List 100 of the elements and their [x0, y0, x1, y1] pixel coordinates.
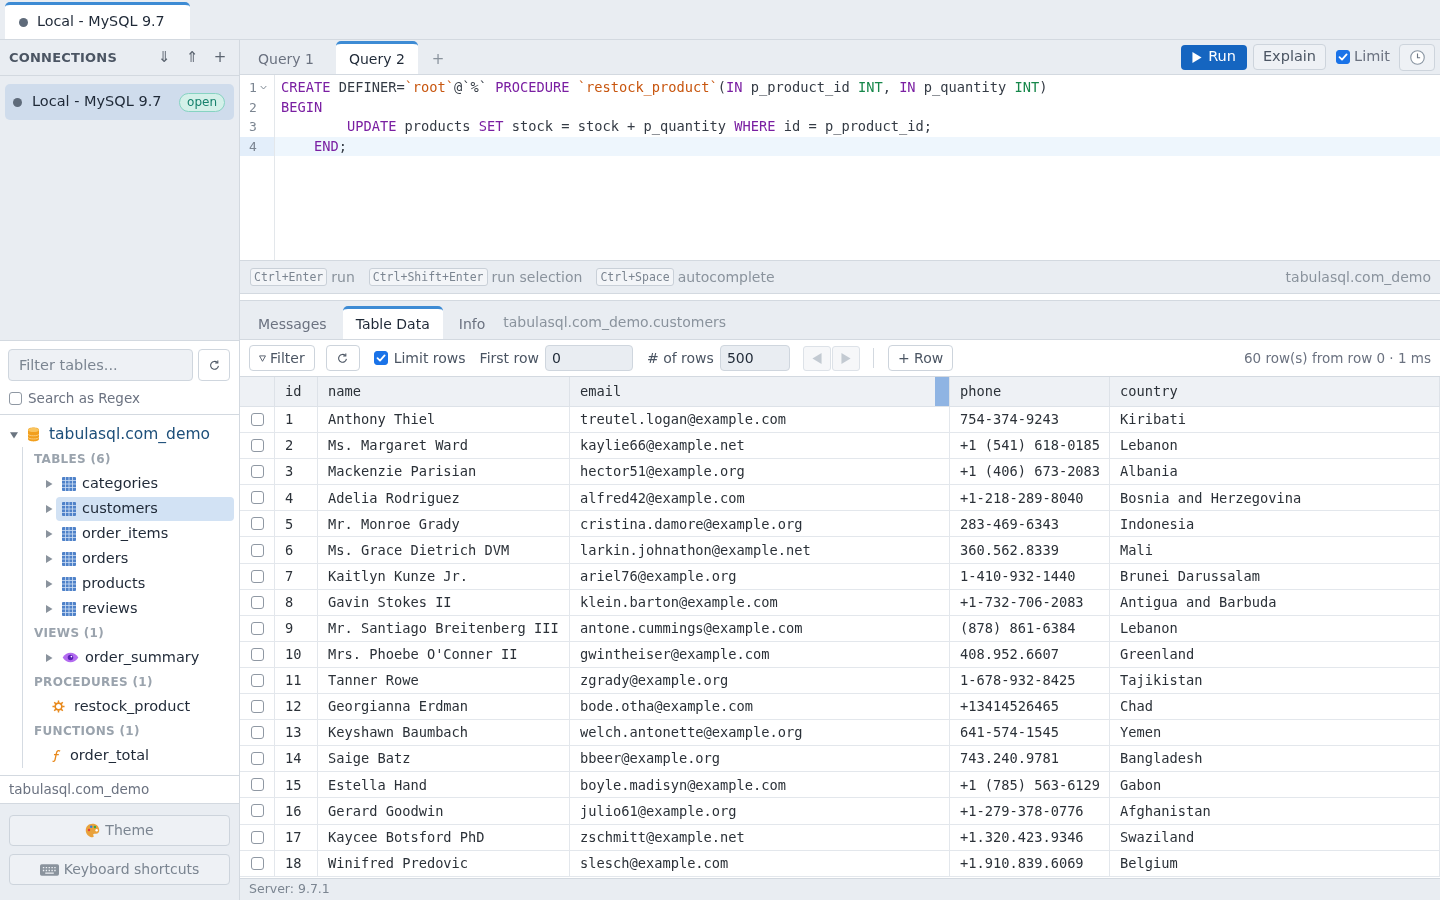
table-cell: Kaitlyn Kunze Jr. — [318, 563, 570, 590]
table-cell: +1 (406) 673-2083 — [950, 459, 1110, 486]
caret-icon[interactable] — [45, 579, 53, 588]
table-cell: Adelia Rodriguez — [318, 485, 570, 512]
column-header[interactable]: email — [580, 381, 622, 402]
table-cell: 743.240.9781 — [950, 746, 1110, 773]
tree-item[interactable]: restock_product — [50, 694, 234, 719]
tree-item[interactable]: products — [56, 571, 234, 596]
next-icon — [840, 352, 851, 364]
tree-item[interactable]: orders — [56, 546, 234, 571]
row-checkbox[interactable] — [250, 647, 264, 661]
code-line: CREATE DEFINER=`root`@`%` PROCEDURE `restock_product`(IN p_product_id INT, IN p_quantity INT) — [280, 78, 1049, 98]
column-resize-handle[interactable] — [935, 377, 949, 406]
explain-button[interactable]: Explain — [1252, 44, 1327, 70]
caret-icon[interactable] — [45, 604, 53, 613]
filter-button[interactable]: Filter — [249, 345, 315, 371]
row-checkbox[interactable] — [250, 804, 264, 818]
table-icon — [62, 476, 76, 491]
table-cell: welch.antonette@example.org — [570, 720, 950, 747]
column-header[interactable]: country — [1120, 381, 1178, 402]
result-tab[interactable]: Messages — [245, 306, 340, 339]
status-bar: Server: 9.7.1 — [240, 878, 1440, 900]
run-button[interactable]: Run — [1181, 44, 1247, 70]
column-header[interactable]: phone — [960, 381, 1002, 402]
row-checkbox[interactable] — [250, 413, 264, 427]
window-tab[interactable]: Local - MySQL 9.7 — [5, 2, 190, 39]
row-checkbox[interactable] — [250, 726, 264, 740]
caret-icon[interactable] — [45, 653, 53, 662]
checkbox[interactable] — [9, 391, 22, 405]
shortcut-label: run — [331, 267, 355, 287]
table-cell: +1-218-289-8040 — [950, 485, 1110, 512]
refresh-button[interactable] — [325, 345, 360, 371]
result-tab[interactable]: Info — [445, 306, 499, 339]
shortcut-key: Ctrl+Enter — [250, 268, 328, 286]
history-button[interactable] — [1399, 43, 1435, 71]
query-tab[interactable]: Query 1 — [245, 41, 327, 74]
table-cell: +1 (541) 618-0185 — [950, 433, 1110, 460]
tree-item[interactable]: order_items — [56, 521, 234, 546]
table-cell: Anthony Thiel — [318, 407, 570, 434]
table-cell: +1-732-706-2083 — [950, 589, 1110, 616]
table-icon — [62, 576, 76, 591]
row-checkbox[interactable] — [250, 752, 264, 766]
column-header[interactable]: id — [285, 381, 302, 402]
refresh-button[interactable] — [198, 349, 230, 381]
tree-item[interactable]: tabulasql.com_demo — [0, 422, 239, 447]
row-checkbox[interactable] — [250, 491, 264, 505]
table-cell: zgrady@example.org — [570, 667, 950, 695]
tree-item[interactable]: customers — [56, 496, 234, 521]
row-checkbox[interactable] — [250, 543, 264, 557]
tree-item[interactable]: categories — [56, 471, 234, 496]
panel-title: CONNECTIONS — [9, 48, 117, 67]
row-checkbox[interactable] — [250, 569, 264, 583]
table-cell: 5 — [275, 511, 318, 538]
table-cell: Estella Hand — [318, 772, 570, 799]
checkbox[interactable] — [1336, 50, 1351, 64]
table-cell: 7 — [275, 563, 318, 590]
query-tab[interactable]: Query 2 — [335, 41, 418, 74]
caret-icon[interactable] — [45, 529, 53, 538]
first-row-input[interactable]: 0 — [545, 345, 633, 371]
filter-input[interactable]: Filter tables... — [8, 349, 193, 381]
table-cell: 13 — [275, 720, 318, 747]
table-cell: Mali — [1110, 537, 1440, 564]
caret-icon[interactable] — [45, 504, 53, 513]
table-cell: Winifred Predovic — [318, 850, 570, 877]
row-checkbox[interactable] — [250, 439, 264, 453]
table-cell: julio61@example.org — [570, 798, 950, 825]
tree-item[interactable]: order_total — [50, 743, 234, 768]
panel-action[interactable]: + — [211, 46, 229, 69]
table-cell: Greenland — [1110, 641, 1440, 668]
row-checkbox[interactable] — [250, 595, 264, 609]
column-header[interactable]: name — [328, 381, 361, 402]
table-cell: +1.910.839.6069 — [950, 850, 1110, 877]
table-cell: (878) 861-6384 — [950, 615, 1110, 642]
table-cell: Gabon — [1110, 772, 1440, 799]
connection-item[interactable]: Local - MySQL 9.7 open — [5, 84, 234, 120]
row-checkbox[interactable] — [250, 830, 264, 844]
row-checkbox[interactable] — [250, 700, 264, 714]
caret-icon[interactable] — [45, 554, 53, 563]
caret-icon[interactable] — [45, 479, 53, 488]
line-number: 2 — [249, 98, 257, 117]
panel-action[interactable]: ⇓ — [155, 46, 173, 69]
fold-caret-icon[interactable] — [259, 85, 267, 91]
palette-icon — [85, 823, 101, 838]
row-checkbox[interactable] — [250, 621, 264, 635]
tree-item[interactable]: reviews — [56, 596, 234, 621]
row-checkbox[interactable] — [250, 517, 264, 531]
table-cell: Belgium — [1110, 850, 1440, 877]
panel-action[interactable]: ⇑ — [183, 46, 201, 69]
caret-icon[interactable] — [10, 430, 18, 439]
row-checkbox[interactable] — [250, 674, 264, 687]
tree-item[interactable]: order_summary — [56, 645, 234, 670]
row-checkbox[interactable] — [250, 856, 264, 870]
row-checkbox[interactable] — [250, 465, 264, 479]
table-cell: Gerard Goodwin — [318, 798, 570, 825]
row-checkbox[interactable] — [250, 778, 264, 792]
table-cell: Saige Batz — [318, 746, 570, 773]
add-row-button[interactable]: + Row — [887, 345, 954, 371]
result-tab[interactable]: Table Data — [342, 306, 443, 339]
row-count-input[interactable]: 500 — [719, 345, 790, 371]
checkbox[interactable] — [373, 351, 388, 365]
